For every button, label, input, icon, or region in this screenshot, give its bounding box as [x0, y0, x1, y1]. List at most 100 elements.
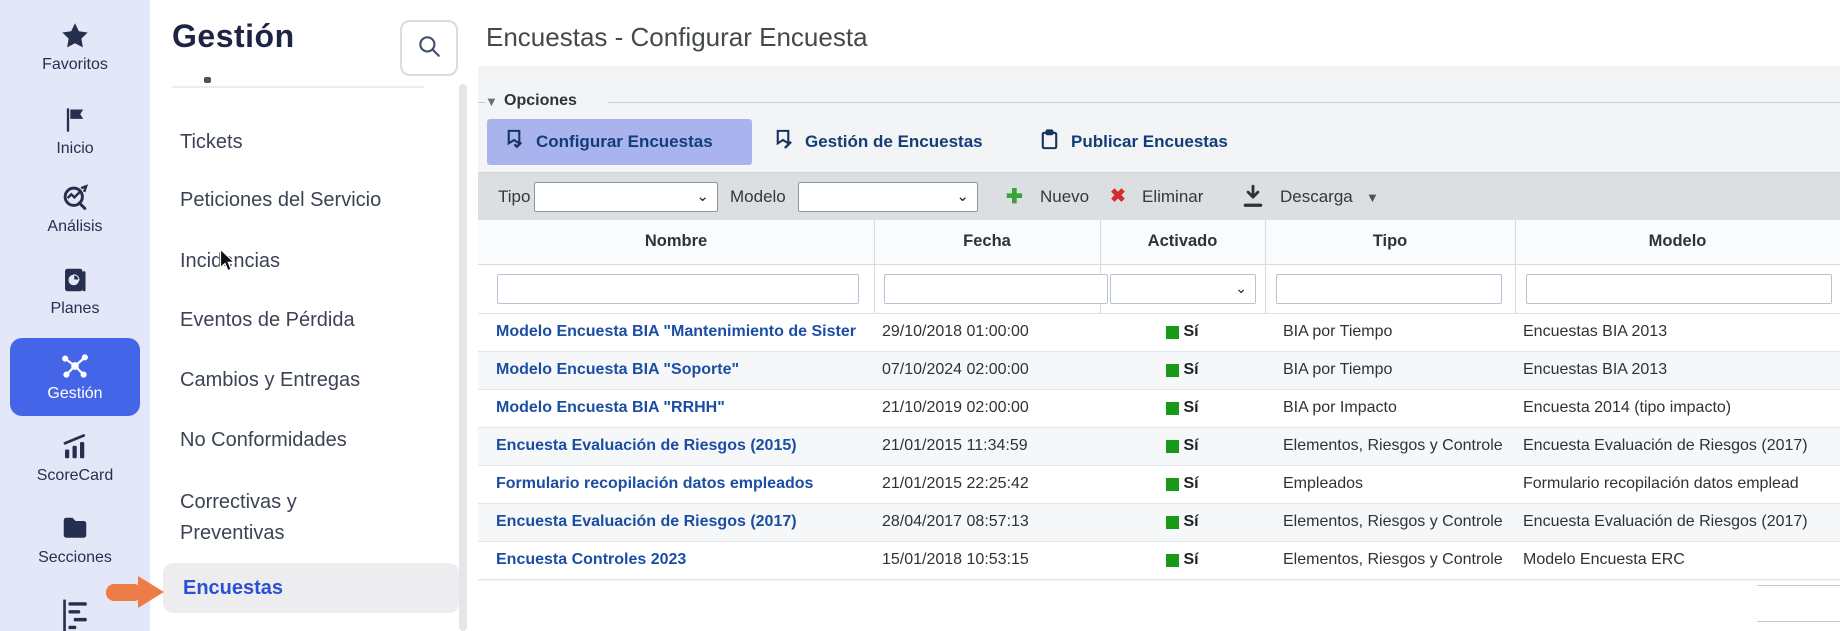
sidebar-item-encuestas[interactable]: Encuestas [163, 563, 459, 613]
activado-value: Sí [1183, 361, 1198, 379]
active-indicator [1166, 440, 1179, 453]
rail-item-label: ScoreCard [0, 467, 150, 485]
column-header-tipo[interactable]: Tipo [1265, 232, 1515, 251]
sidebar-item-cambios[interactable]: Cambios y Entregas [180, 365, 430, 396]
rail-item-scorecard[interactable]: ScoreCard [0, 431, 150, 485]
sidebar-item-peticiones[interactable]: Peticiones del Servicio [180, 185, 430, 216]
nombre-filter-input[interactable] [497, 274, 859, 304]
sidebar-item-correctivas[interactable]: Correctivas y Preventivas [180, 487, 395, 549]
active-indicator [1166, 326, 1179, 339]
collapse-caret-icon[interactable]: ▼ [485, 94, 498, 109]
active-indicator [1166, 402, 1179, 415]
search-button[interactable] [400, 20, 458, 76]
sidebar-item-tickets[interactable]: Tickets [180, 127, 430, 158]
row-modelo: Formulario recopilación datos emplead [1523, 475, 1839, 493]
legend-line [608, 102, 1840, 103]
rail-item-secciones[interactable]: Secciones [0, 513, 150, 567]
row-name-link[interactable]: Encuesta Controles 2023 [496, 551, 872, 569]
row-modelo: Encuesta 2014 (tipo impacto) [1523, 399, 1839, 417]
activado-value: Sí [1183, 551, 1198, 569]
activado-value: Sí [1183, 475, 1198, 493]
row-name-link[interactable]: Formulario recopilación datos empleados [496, 475, 872, 493]
row-activado: Sí [1100, 475, 1265, 493]
rail-item-inicio[interactable]: Inicio [0, 104, 150, 158]
caret-down-icon[interactable]: ▼ [1366, 190, 1379, 205]
active-indicator [1166, 478, 1179, 491]
row-name-link[interactable]: Modelo Encuesta BIA "RRHH" [496, 399, 872, 417]
plus-icon[interactable]: ✚ [1006, 184, 1023, 209]
sidebar-item-noconformidades[interactable]: No Conformidades [180, 425, 430, 456]
activado-value: Sí [1183, 513, 1198, 531]
row-tipo: Elementos, Riesgos y Controle [1283, 437, 1511, 455]
analysis-magnifier-icon [0, 182, 150, 214]
sidebar-item-eventos[interactable]: Eventos de Pérdida [180, 305, 430, 336]
folder-icon [0, 513, 150, 545]
activado-value: Sí [1183, 399, 1198, 417]
tab-gestion-de-encuestas[interactable]: Gestión de Encuestas [756, 119, 1001, 165]
row-name-link[interactable]: Encuesta Evaluación de Riesgos (2015) [496, 437, 872, 455]
rail-item-label: Secciones [0, 549, 150, 567]
row-fecha: 21/01/2015 11:34:59 [882, 437, 1100, 455]
sidebar-scrollbar[interactable] [459, 84, 467, 631]
row-fecha: 07/10/2024 02:00:00 [882, 361, 1100, 379]
tab-publicar-encuestas[interactable]: Publicar Encuestas [1022, 119, 1247, 165]
row-activado: Sí [1100, 437, 1265, 455]
column-divider [1515, 265, 1516, 313]
tab-configurar-encuestas[interactable]: Configurar Encuestas [487, 119, 752, 165]
table-row[interactable]: Encuesta Evaluación de Riesgos (2015) 21… [478, 428, 1840, 466]
legend-line-left [478, 102, 485, 103]
row-modelo: Encuesta Evaluación de Riesgos (2017) [1523, 513, 1839, 531]
download-icon[interactable] [1242, 184, 1264, 213]
bottom-right-scroll-element[interactable] [1757, 585, 1840, 622]
column-header-fecha[interactable]: Fecha [874, 232, 1100, 251]
column-divider [874, 265, 875, 313]
rail-item-label: Gestión [10, 385, 140, 403]
table-row[interactable]: Formulario recopilación datos empleados … [478, 466, 1840, 504]
star-icon [0, 20, 150, 52]
column-header-modelo[interactable]: Modelo [1515, 232, 1840, 251]
rail-item-bottom-partial[interactable] [0, 598, 150, 630]
row-activado: Sí [1100, 323, 1265, 341]
row-name-link[interactable]: Modelo Encuesta BIA "Soporte" [496, 361, 872, 379]
row-name-link[interactable]: Modelo Encuesta BIA "Mantenimiento de Si… [496, 323, 872, 341]
rail-item-label: Inicio [0, 140, 150, 158]
column-header-nombre[interactable]: Nombre [478, 232, 874, 251]
table-filter-row: ⌄ [478, 265, 1840, 314]
sidebar-gestion: Gestión Tickets Peticiones del Servicio … [150, 0, 470, 631]
modelo-select[interactable]: ⌄ [798, 182, 978, 212]
network-icon [10, 350, 140, 382]
bookmark-check-icon [503, 128, 526, 156]
row-activado: Sí [1100, 513, 1265, 531]
table-row[interactable]: Encuesta Controles 2023 15/01/2018 10:53… [478, 542, 1840, 580]
clipboard-icon [1038, 128, 1061, 156]
rail-item-label: Análisis [0, 218, 150, 236]
nuevo-button[interactable]: Nuevo [1040, 187, 1089, 207]
row-activado: Sí [1100, 399, 1265, 417]
modelo-filter-input[interactable] [1526, 274, 1832, 304]
rail-item-gestion[interactable]: Gestión [10, 338, 140, 416]
table-header-row: Nombre Fecha Activado Tipo Modelo [478, 220, 1840, 265]
descarga-button[interactable]: Descarga [1280, 187, 1353, 207]
tipo-select[interactable]: ⌄ [534, 182, 718, 212]
tipo-filter-input[interactable] [1276, 274, 1502, 304]
row-modelo: Encuestas BIA 2013 [1523, 361, 1839, 379]
table-row[interactable]: Modelo Encuesta BIA "RRHH" 21/10/2019 02… [478, 390, 1840, 428]
rail-item-analisis[interactable]: Análisis [0, 182, 150, 236]
row-tipo: BIA por Impacto [1283, 399, 1511, 417]
sidebar-title: Gestión [172, 18, 295, 55]
table-row[interactable]: Encuesta Evaluación de Riesgos (2017) 28… [478, 504, 1840, 542]
fecha-filter-input[interactable] [884, 274, 1108, 304]
section-label: Opciones [504, 92, 577, 110]
row-name-link[interactable]: Encuesta Evaluación de Riesgos (2017) [496, 513, 872, 531]
table-row[interactable]: Modelo Encuesta BIA "Mantenimiento de Si… [478, 314, 1840, 352]
column-header-activado[interactable]: Activado [1100, 232, 1265, 251]
table-row[interactable]: Modelo Encuesta BIA "Soporte" 07/10/2024… [478, 352, 1840, 390]
chevron-down-icon: ⌄ [956, 187, 969, 205]
rail-item-label: Planes [0, 300, 150, 318]
page-title: Encuestas - Configurar Encuesta [486, 22, 868, 53]
x-icon[interactable]: ✖ [1110, 185, 1126, 208]
activado-filter-select[interactable]: ⌄ [1110, 274, 1256, 304]
rail-item-favoritos[interactable]: Favoritos [0, 20, 150, 74]
eliminar-button[interactable]: Eliminar [1142, 187, 1203, 207]
rail-item-planes[interactable]: Planes [0, 264, 150, 318]
